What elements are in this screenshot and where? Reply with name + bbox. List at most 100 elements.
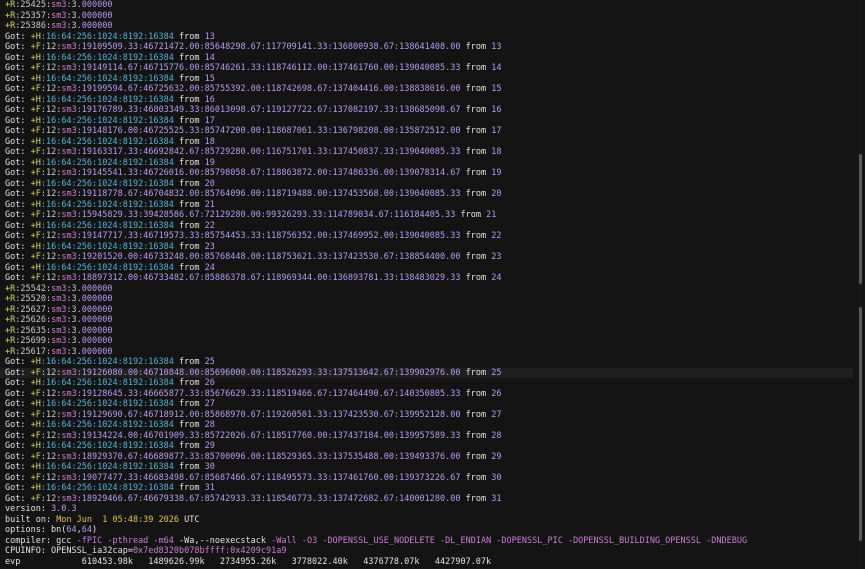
terminal-text: +F xyxy=(30,493,41,504)
terminal-text: Got: xyxy=(5,273,31,283)
terminal-text: :12: xyxy=(40,189,62,199)
terminal-text: -Wa,--noexecstack xyxy=(179,535,272,546)
terminal-text: compiler: gcc xyxy=(5,535,77,546)
terminal-text: sm3 xyxy=(61,63,77,73)
terminal-text: :12: xyxy=(40,126,62,136)
terminal-text: 25 xyxy=(204,357,215,367)
terminal-text: Got: xyxy=(5,378,31,388)
terminal-text: 24 xyxy=(491,273,502,283)
terminal-line: +R:25520:sm3:3.000000 xyxy=(5,294,113,305)
terminal-text: :25542: xyxy=(15,283,52,294)
terminal-text: :19148176.00:46725525.33:85747200.00:118… xyxy=(76,126,466,136)
terminal-text: +R xyxy=(5,21,16,31)
terminal-line: Got: +H:16:64:256:1024:8192:16384 from 2… xyxy=(5,242,215,253)
terminal-text: 000000 xyxy=(81,304,113,315)
terminal-text: :16:64:256:1024:8192:16384 xyxy=(40,73,180,84)
terminal-text: +F xyxy=(30,210,41,220)
terminal-text: :12: xyxy=(40,210,62,220)
terminal-text: +H xyxy=(30,220,41,231)
terminal-line: +R:25626:sm3:3.000000 xyxy=(5,315,113,326)
terminal-text: +F xyxy=(30,252,41,262)
terminal-text: Got: xyxy=(5,420,31,430)
terminal-text: version: xyxy=(5,504,52,514)
terminal-text: +F xyxy=(30,84,41,94)
terminal-line: Got: +H:16:64:256:1024:8192:16384 from 2… xyxy=(5,357,215,368)
terminal-text: Got: xyxy=(5,210,31,220)
terminal-text: from xyxy=(465,252,492,262)
terminal-line: Got: +F:12:sm3:18929466.67:46679338.67:8… xyxy=(5,494,501,505)
terminal-text: 21 xyxy=(486,210,497,220)
terminal-text: sm3 xyxy=(61,472,77,483)
terminal-text: Got: xyxy=(5,252,31,262)
terminal-text: sm3 xyxy=(61,409,77,420)
terminal-text: :19163317.33:46692842.67:85729280.00:116… xyxy=(76,147,466,157)
scrollbar-thumb[interactable] xyxy=(859,153,862,285)
terminal-text: Got: xyxy=(5,462,31,472)
terminal-text: from xyxy=(179,31,205,42)
terminal-text: 28 xyxy=(491,430,502,441)
terminal-text: Got: xyxy=(5,199,31,210)
terminal-text: :19145541.33:46726016.00:85798058.67:118… xyxy=(76,168,466,178)
terminal-line: Got: +F:12:sm3:19147717.33:46719573.33:8… xyxy=(5,231,501,242)
terminal-text: from xyxy=(465,367,492,378)
terminal-text: from xyxy=(179,262,205,273)
scrollbar-thumb[interactable] xyxy=(859,307,862,541)
terminal-text: 000000 xyxy=(81,0,113,10)
vertical-scrollbar[interactable] xyxy=(857,0,863,569)
terminal-text: Got: xyxy=(5,189,31,199)
terminal-text: Got: xyxy=(5,441,31,451)
terminal-line: Got: +F:12:sm3:19118778.67:46704832.00:8… xyxy=(5,189,501,200)
terminal-text: :16:64:256:1024:8192:16384 xyxy=(40,31,180,42)
terminal-text: from xyxy=(465,63,492,73)
terminal-line: +R:25627:sm3:3.000000 xyxy=(5,305,113,316)
terminal-text: sm3 xyxy=(61,388,77,399)
terminal-text: +F xyxy=(30,63,41,73)
terminal-text: :12: xyxy=(40,168,62,178)
terminal-text: :25635: xyxy=(15,325,52,336)
terminal-text: from xyxy=(465,147,492,157)
terminal-text: +H xyxy=(30,115,41,126)
terminal-text: +H xyxy=(30,441,41,451)
terminal-text: :12: xyxy=(40,273,62,283)
terminal-text: :16:64:256:1024:8192:16384 xyxy=(40,420,180,430)
terminal-text: sm3 xyxy=(51,10,67,21)
terminal-text: from xyxy=(465,472,492,483)
terminal-text: from xyxy=(465,231,492,241)
terminal-text: Got: xyxy=(5,451,31,462)
terminal-text: :19118778.67:46704832.00:85764096.00:118… xyxy=(76,189,466,199)
terminal-line: CPUINFO: OPENSSL_ia32cap=0x7ed8320b078bf… xyxy=(5,546,286,557)
terminal-text: :12: xyxy=(40,472,62,483)
terminal-text: from xyxy=(179,420,205,430)
terminal-text: Got: xyxy=(5,178,31,189)
terminal-output[interactable]: +R:25425:sm3:3.000000 +R:25357:sm3:3.0000… xyxy=(0,0,855,569)
terminal-text: +F xyxy=(30,147,41,157)
terminal-text: 20 xyxy=(491,189,502,199)
terminal-text: +R xyxy=(5,283,16,294)
terminal-text: Got: xyxy=(5,136,31,147)
terminal-text: from xyxy=(179,136,205,147)
terminal-text: :16:64:256:1024:8192:16384 xyxy=(40,378,180,388)
terminal-text: 26 xyxy=(491,388,502,399)
terminal-text: :19128645.33:46665877.33:85676629.33:118… xyxy=(76,388,466,399)
terminal-text: :16:64:256:1024:8192:16384 xyxy=(40,157,180,168)
terminal-text: 14 xyxy=(491,63,502,73)
terminal-text: 25 xyxy=(491,367,502,378)
terminal-text: :3. xyxy=(66,21,82,31)
terminal-line-current: Got: +F:12:sm3:19126080.00:46710848.00:8… xyxy=(0,367,853,378)
terminal-text: 27 xyxy=(491,409,502,420)
terminal-text: from xyxy=(179,157,205,168)
terminal-text: Got: xyxy=(5,105,31,115)
terminal-text: sm3 xyxy=(61,168,77,178)
terminal-line: Got: +F:12:sm3:19201520.00:46733248.00:8… xyxy=(5,252,501,263)
terminal-line: Got: +H:16:64:256:1024:8192:16384 from 1… xyxy=(5,158,215,169)
terminal-text: 20 xyxy=(204,178,215,189)
terminal-text: 18 xyxy=(491,147,502,157)
terminal-text: :12: xyxy=(40,430,62,441)
terminal-text: sm3 xyxy=(61,430,77,441)
terminal-text: +F xyxy=(30,388,41,399)
terminal-text: 19 xyxy=(491,168,502,178)
terminal-text: :16:64:256:1024:8192:16384 xyxy=(40,52,180,63)
terminal-text: Got: xyxy=(5,472,31,483)
terminal-line: Got: +H:16:64:256:1024:8192:16384 from 1… xyxy=(5,95,215,106)
terminal-text: :18929466.67:46679338.67:85742933.33:118… xyxy=(76,493,466,504)
